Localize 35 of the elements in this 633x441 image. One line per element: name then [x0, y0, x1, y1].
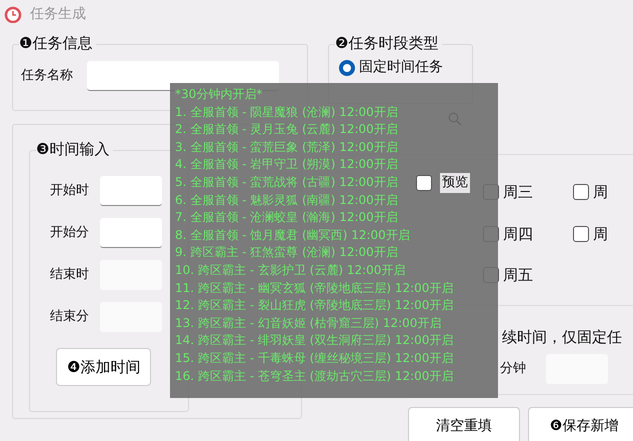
field-label: 结束分 — [50, 308, 90, 326]
group-title: ❷任务时段类型 — [335, 33, 442, 53]
tooltip-line: 11. 跨区霸主 - 幽冥玄狐 (帝陵地底三层) 12:00开启 — [175, 280, 454, 297]
tooltip-line: 16. 跨区霸主 - 苍穹圣主 (渡劫古穴三层) 12:00开启 — [175, 368, 454, 384]
checkbox-label: 预览 — [440, 173, 470, 192]
radio-label: 固定时间任务 — [359, 58, 443, 77]
tooltip-line: 1. 全服首领 - 陨星魔狼 (沧澜) 12:00开启 — [175, 104, 398, 121]
tooltip-line: 5. 全服首领 - 蛮荒战将 (古疆) 12:00开启 — [175, 174, 398, 191]
checkbox-label: 周五 — [503, 265, 533, 286]
duration-note: 续时间，仅固定任 — [502, 328, 622, 346]
tooltip-line: 10. 跨区霸主 - 玄影护卫 (云麓) 12:00开启 — [175, 262, 406, 279]
checkbox-label: 周 — [593, 182, 608, 203]
tooltip-line: 15. 跨区霸主 - 千毒蛛母 (缠丝秘境三层) 12:00开启 — [175, 350, 454, 367]
tooltip-line: 9. 跨区霸主 - 狂煞蛮尊 (沧澜) 12:00开启 — [175, 244, 398, 262]
tooltip-line: 13. 跨区霸主 - 幻音妖姬 (枯骨窟三层) 12:00开启 — [175, 314, 442, 332]
tooltip-line: 3. 全服首领 - 蛮荒巨象 (荒泽) 12:00开启 — [175, 138, 398, 156]
field-label: 任务名称 — [21, 67, 73, 86]
tooltip-line: 6. 全服首领 - 魅影灵狐 (南疆) 12:00开启 — [175, 192, 398, 209]
checkbox-label: 周四 — [503, 224, 533, 244]
tooltip-line: 8. 全服首领 - 蚀月魔君 (幽冥西) 12:00开启 — [175, 226, 410, 244]
group-title: ❶任务信息 — [19, 33, 96, 53]
tooltip-line: 2. 全服首领 - 灵月玉兔 (云麓) 12:00开启 — [175, 121, 398, 138]
tooltip-line: 14. 跨区霸主 - 绯羽妖皇 (双生洞府三层) 12:00开启 — [175, 332, 454, 350]
tooltip-line: 12. 跨区霸主 - 裂山狂虎 (帝陵地底三层) 12:00开启 — [175, 297, 454, 314]
tooltip-line: 7. 全服首领 - 沧澜蛟皇 (瀚海) 12:00开启 — [175, 209, 398, 226]
checkbox-label: 周 — [593, 224, 608, 244]
field-label: 开始时 — [50, 182, 90, 200]
field-label: 分钟 — [500, 360, 526, 378]
field-label: 结束时 — [50, 266, 90, 284]
window-title: 任务生成 — [30, 4, 86, 24]
group-title: ❸时间输入 — [36, 139, 114, 159]
checkbox-label: 周三 — [503, 182, 533, 203]
tooltip-line: 4. 全服首领 - 岩甲守卫 (朔漠) 12:00开启 — [175, 156, 398, 174]
field-label: 开始分 — [50, 224, 90, 242]
tooltip-line: *30分钟内开启* — [175, 86, 262, 103]
